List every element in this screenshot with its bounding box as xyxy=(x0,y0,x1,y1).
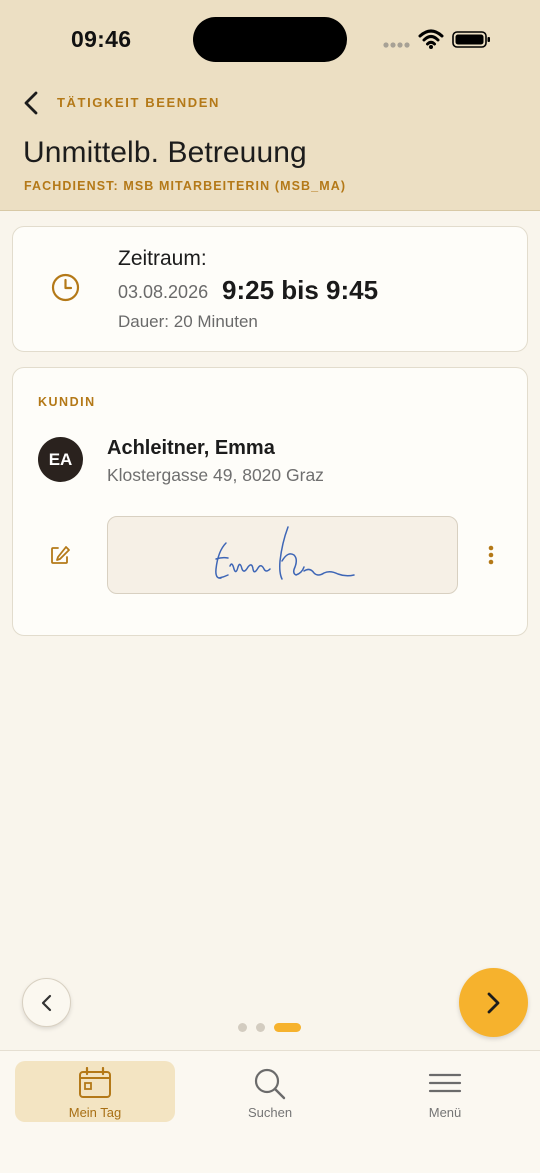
chevron-left-icon xyxy=(24,91,38,115)
search-icon xyxy=(254,1068,286,1100)
section-label: KUNDIN xyxy=(38,395,96,409)
page-dot-active xyxy=(274,1023,301,1032)
page-dot xyxy=(238,1023,247,1032)
tab-label: Mein Tag xyxy=(68,1105,122,1120)
dynamic-island xyxy=(193,17,347,62)
wifi-icon xyxy=(418,29,444,49)
zeitraum-label: Zeitraum: xyxy=(118,247,207,270)
chevron-right-icon xyxy=(487,992,500,1014)
back-button[interactable] xyxy=(22,90,40,116)
signature-image xyxy=(215,526,355,580)
tab-mein-tag[interactable]: Mein Tag xyxy=(15,1061,175,1122)
client-name[interactable]: Achleitner, Emma xyxy=(107,437,275,460)
cellular-signal-icon xyxy=(383,42,410,48)
time-range: 9:25 bis 9:45 xyxy=(222,275,379,305)
avatar: EA xyxy=(38,437,83,482)
back-label[interactable]: TÄTIGKEIT BEENDEN xyxy=(57,95,220,110)
battery-icon xyxy=(452,31,490,48)
client-card: KUNDIN EA Achleitner, Emma Klostergasse … xyxy=(12,367,528,636)
tab-label: Suchen xyxy=(247,1105,293,1120)
tab-bar: Mein Tag Suchen Menü xyxy=(0,1050,540,1173)
page-subtitle: FACHDIENST: MSB MITARBEITERIN (MSB_MA) xyxy=(24,179,347,193)
previous-page-button[interactable] xyxy=(22,978,71,1027)
page-dot xyxy=(256,1023,265,1032)
next-page-button[interactable] xyxy=(459,968,528,1037)
header: 09:46 TÄTIGKEIT BEENDEN Unmittelb. Betre… xyxy=(0,0,540,211)
edit-icon[interactable] xyxy=(49,544,71,566)
status-time: 09:46 xyxy=(71,26,132,52)
tab-suchen[interactable]: Suchen xyxy=(190,1061,350,1122)
tab-label: Menü xyxy=(428,1105,462,1120)
tab-menu[interactable]: Menü xyxy=(365,1061,525,1122)
chevron-left-icon xyxy=(41,994,52,1012)
page-title: Unmittelb. Betreuung xyxy=(23,136,307,169)
menu-icon xyxy=(428,1073,462,1093)
date-text: 03.08.2026 xyxy=(118,282,209,302)
client-address: Klostergasse 49, 8020 Graz xyxy=(107,465,324,485)
more-vertical-icon[interactable] xyxy=(485,544,497,568)
clock-icon xyxy=(51,273,80,302)
calendar-icon xyxy=(79,1067,111,1098)
signature-box[interactable] xyxy=(107,516,458,594)
duration-text: Dauer: 20 Minuten xyxy=(118,312,258,331)
time-card: Zeitraum: 03.08.2026 9:25 bis 9:45 Dauer… xyxy=(12,226,528,352)
